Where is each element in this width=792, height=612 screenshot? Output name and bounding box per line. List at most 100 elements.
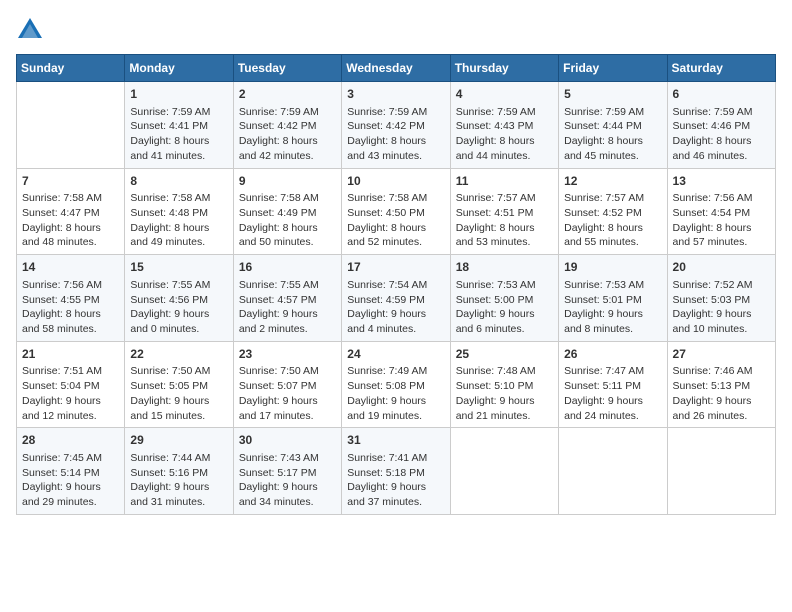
day-info: Sunrise: 7:58 AM Sunset: 4:50 PM Dayligh… [347,191,444,250]
day-number: 11 [456,173,553,190]
calendar-cell: 9Sunrise: 7:58 AM Sunset: 4:49 PM Daylig… [233,168,341,255]
day-number: 31 [347,432,444,449]
column-header-sunday: Sunday [17,55,125,82]
day-info: Sunrise: 7:50 AM Sunset: 5:07 PM Dayligh… [239,364,336,423]
calendar-cell: 13Sunrise: 7:56 AM Sunset: 4:54 PM Dayli… [667,168,775,255]
day-info: Sunrise: 7:55 AM Sunset: 4:57 PM Dayligh… [239,278,336,337]
calendar-cell: 7Sunrise: 7:58 AM Sunset: 4:47 PM Daylig… [17,168,125,255]
calendar-cell: 10Sunrise: 7:58 AM Sunset: 4:50 PM Dayli… [342,168,450,255]
calendar-cell [17,82,125,169]
day-info: Sunrise: 7:58 AM Sunset: 4:47 PM Dayligh… [22,191,119,250]
header [16,16,776,44]
day-info: Sunrise: 7:41 AM Sunset: 5:18 PM Dayligh… [347,451,444,510]
day-info: Sunrise: 7:44 AM Sunset: 5:16 PM Dayligh… [130,451,227,510]
calendar-cell [667,428,775,515]
calendar-cell: 28Sunrise: 7:45 AM Sunset: 5:14 PM Dayli… [17,428,125,515]
calendar-cell [559,428,667,515]
calendar-week-4: 28Sunrise: 7:45 AM Sunset: 5:14 PM Dayli… [17,428,776,515]
day-number: 13 [673,173,770,190]
day-number: 6 [673,86,770,103]
day-info: Sunrise: 7:50 AM Sunset: 5:05 PM Dayligh… [130,364,227,423]
day-info: Sunrise: 7:56 AM Sunset: 4:55 PM Dayligh… [22,278,119,337]
day-info: Sunrise: 7:46 AM Sunset: 5:13 PM Dayligh… [673,364,770,423]
day-info: Sunrise: 7:59 AM Sunset: 4:43 PM Dayligh… [456,105,553,164]
day-info: Sunrise: 7:59 AM Sunset: 4:42 PM Dayligh… [347,105,444,164]
calendar-cell: 16 Sunrise: 7:55 AM Sunset: 4:57 PM Dayli… [233,255,341,342]
calendar-cell: 27Sunrise: 7:46 AM Sunset: 5:13 PM Dayli… [667,341,775,428]
day-number: 9 [239,173,336,190]
column-header-thursday: Thursday [450,55,558,82]
calendar-cell: 23Sunrise: 7:50 AM Sunset: 5:07 PM Dayli… [233,341,341,428]
day-info: Sunrise: 7:58 AM Sunset: 4:49 PM Dayligh… [239,191,336,250]
day-number: 18 [456,259,553,276]
day-info: Sunrise: 7:47 AM Sunset: 5:11 PM Dayligh… [564,364,661,423]
calendar-week-0: 1Sunrise: 7:59 AM Sunset: 4:41 PM Daylig… [17,82,776,169]
calendar-week-1: 7Sunrise: 7:58 AM Sunset: 4:47 PM Daylig… [17,168,776,255]
day-number: 20 [673,259,770,276]
calendar-cell: 29 Sunrise: 7:44 AM Sunset: 5:16 PM Dayli… [125,428,233,515]
day-info: Sunrise: 7:53 AM Sunset: 5:00 PM Dayligh… [456,278,553,337]
day-info: Sunrise: 7:56 AM Sunset: 4:54 PM Dayligh… [673,191,770,250]
day-number: 23 [239,346,336,363]
day-number: 5 [564,86,661,103]
day-info: Sunrise: 7:57 AM Sunset: 4:52 PM Dayligh… [564,191,661,250]
calendar-cell: 18 Sunrise: 7:53 AM Sunset: 5:00 PM Dayli… [450,255,558,342]
day-info: Sunrise: 7:59 AM Sunset: 4:46 PM Dayligh… [673,105,770,164]
day-info: Sunrise: 7:58 AM Sunset: 4:48 PM Dayligh… [130,191,227,250]
day-number: 22 [130,346,227,363]
calendar-cell: 31 Sunrise: 7:41 AM Sunset: 5:18 PM Dayli… [342,428,450,515]
day-number: 27 [673,346,770,363]
calendar-cell: 4 Sunrise: 7:59 AM Sunset: 4:43 PM Daylig… [450,82,558,169]
column-header-wednesday: Wednesday [342,55,450,82]
day-number: 25 [456,346,553,363]
calendar-cell: 30 Sunrise: 7:43 AM Sunset: 5:17 PM Dayli… [233,428,341,515]
calendar-cell: 11Sunrise: 7:57 AM Sunset: 4:51 PM Dayli… [450,168,558,255]
calendar-cell: 1Sunrise: 7:59 AM Sunset: 4:41 PM Daylig… [125,82,233,169]
calendar-cell: 3 Sunrise: 7:59 AM Sunset: 4:42 PM Daylig… [342,82,450,169]
column-header-friday: Friday [559,55,667,82]
day-info: Sunrise: 7:59 AM Sunset: 4:41 PM Dayligh… [130,105,227,164]
day-info: Sunrise: 7:57 AM Sunset: 4:51 PM Dayligh… [456,191,553,250]
day-number: 24 [347,346,444,363]
day-number: 2 [239,86,336,103]
day-number: 15 [130,259,227,276]
calendar-cell: 26Sunrise: 7:47 AM Sunset: 5:11 PM Dayli… [559,341,667,428]
day-number: 10 [347,173,444,190]
day-number: 19 [564,259,661,276]
logo [16,16,48,44]
day-number: 14 [22,259,119,276]
calendar-cell: 17Sunrise: 7:54 AM Sunset: 4:59 PM Dayli… [342,255,450,342]
day-info: Sunrise: 7:55 AM Sunset: 4:56 PM Dayligh… [130,278,227,337]
column-header-saturday: Saturday [667,55,775,82]
calendar-week-2: 14 Sunrise: 7:56 AM Sunset: 4:55 PM Dayli… [17,255,776,342]
calendar-table: SundayMondayTuesdayWednesdayThursdayFrid… [16,54,776,515]
column-header-tuesday: Tuesday [233,55,341,82]
day-info: Sunrise: 7:43 AM Sunset: 5:17 PM Dayligh… [239,451,336,510]
calendar-cell: 19 Sunrise: 7:53 AM Sunset: 5:01 PM Dayli… [559,255,667,342]
day-info: Sunrise: 7:48 AM Sunset: 5:10 PM Dayligh… [456,364,553,423]
day-number: 21 [22,346,119,363]
day-number: 16 [239,259,336,276]
day-info: Sunrise: 7:52 AM Sunset: 5:03 PM Dayligh… [673,278,770,337]
day-number: 4 [456,86,553,103]
calendar-cell: 21Sunrise: 7:51 AM Sunset: 5:04 PM Dayli… [17,341,125,428]
day-number: 30 [239,432,336,449]
logo-icon [16,16,44,44]
day-number: 3 [347,86,444,103]
calendar-cell [450,428,558,515]
day-info: Sunrise: 7:51 AM Sunset: 5:04 PM Dayligh… [22,364,119,423]
calendar-cell: 20 Sunrise: 7:52 AM Sunset: 5:03 PM Dayli… [667,255,775,342]
day-number: 28 [22,432,119,449]
day-number: 29 [130,432,227,449]
day-number: 12 [564,173,661,190]
calendar-cell: 25Sunrise: 7:48 AM Sunset: 5:10 PM Dayli… [450,341,558,428]
calendar-cell: 12Sunrise: 7:57 AM Sunset: 4:52 PM Dayli… [559,168,667,255]
day-info: Sunrise: 7:49 AM Sunset: 5:08 PM Dayligh… [347,364,444,423]
day-info: Sunrise: 7:59 AM Sunset: 4:44 PM Dayligh… [564,105,661,164]
calendar-cell: 15 Sunrise: 7:55 AM Sunset: 4:56 PM Dayli… [125,255,233,342]
day-info: Sunrise: 7:53 AM Sunset: 5:01 PM Dayligh… [564,278,661,337]
calendar-cell: 22Sunrise: 7:50 AM Sunset: 5:05 PM Dayli… [125,341,233,428]
day-number: 7 [22,173,119,190]
day-info: Sunrise: 7:59 AM Sunset: 4:42 PM Dayligh… [239,105,336,164]
day-number: 17 [347,259,444,276]
